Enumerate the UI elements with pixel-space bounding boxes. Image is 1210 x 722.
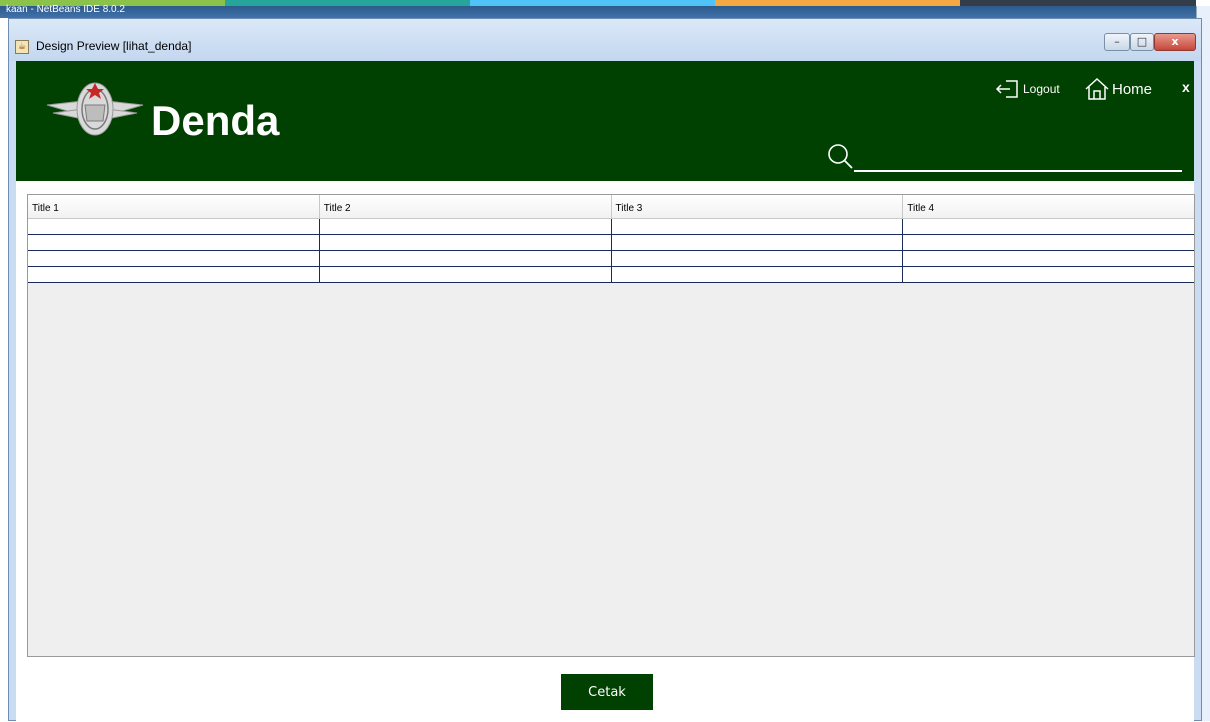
table-cell[interactable]: [28, 251, 320, 266]
table-cell[interactable]: [320, 251, 612, 266]
window-close-button[interactable]: x: [1154, 33, 1196, 51]
form-content: Denda Logout Home x Title 1 Title 2 Titl…: [16, 61, 1195, 722]
search-input[interactable]: [854, 141, 1182, 172]
header-close-button[interactable]: x: [1182, 79, 1190, 95]
home-icon: [1085, 77, 1109, 100]
home-label: Home: [1112, 80, 1153, 98]
column-header[interactable]: Title 4: [903, 195, 1194, 218]
logout-icon: [995, 80, 1018, 98]
logout-label: Logout: [1023, 82, 1060, 96]
emblem-icon: [46, 82, 144, 136]
table-cell[interactable]: [320, 235, 612, 250]
table-cell[interactable]: [612, 267, 904, 282]
table-cell[interactable]: [903, 251, 1194, 266]
app-header: Denda Logout Home x: [16, 61, 1194, 181]
design-preview-window: ☕ Design Preview [lihat_denda] – □ x Den…: [8, 18, 1202, 722]
table-cell[interactable]: [28, 235, 320, 250]
logout-link[interactable]: Logout: [995, 76, 1060, 102]
minimize-button[interactable]: –: [1104, 33, 1130, 51]
table-row[interactable]: [28, 235, 1194, 251]
table-header: Title 1 Title 2 Title 3 Title 4: [28, 195, 1194, 219]
table-cell[interactable]: [28, 267, 320, 282]
java-icon: ☕: [15, 40, 29, 54]
data-table[interactable]: Title 1 Title 2 Title 3 Title 4: [27, 194, 1195, 657]
table-cell[interactable]: [903, 219, 1194, 234]
search-icon: [828, 144, 853, 169]
window-title: Design Preview [lihat_denda]: [36, 39, 192, 53]
column-header[interactable]: Title 2: [320, 195, 612, 218]
table-row[interactable]: [28, 267, 1194, 283]
column-header[interactable]: Title 3: [612, 195, 904, 218]
window-titlebar: ☕ Design Preview [lihat_denda] – □ x: [9, 19, 1201, 61]
maximize-button[interactable]: □: [1130, 33, 1154, 51]
table-cell[interactable]: [612, 251, 904, 266]
home-link[interactable]: Home: [1084, 76, 1152, 102]
table-row[interactable]: [28, 219, 1194, 235]
table-row[interactable]: [28, 251, 1194, 267]
page-title: Denda: [151, 97, 280, 144]
table-cell[interactable]: [320, 267, 612, 282]
ide-titlebar: kaan - NetBeans IDE 8.0.2: [0, 4, 1196, 18]
table-cell[interactable]: [320, 219, 612, 234]
table-cell[interactable]: [903, 267, 1194, 282]
table-cell[interactable]: [612, 235, 904, 250]
table-body: [28, 219, 1194, 283]
table-cell[interactable]: [612, 219, 904, 234]
table-cell[interactable]: [903, 235, 1194, 250]
print-button[interactable]: Cetak: [561, 674, 653, 710]
column-header[interactable]: Title 1: [28, 195, 320, 218]
ide-title: kaan - NetBeans IDE 8.0.2: [6, 4, 125, 15]
table-cell[interactable]: [28, 219, 320, 234]
